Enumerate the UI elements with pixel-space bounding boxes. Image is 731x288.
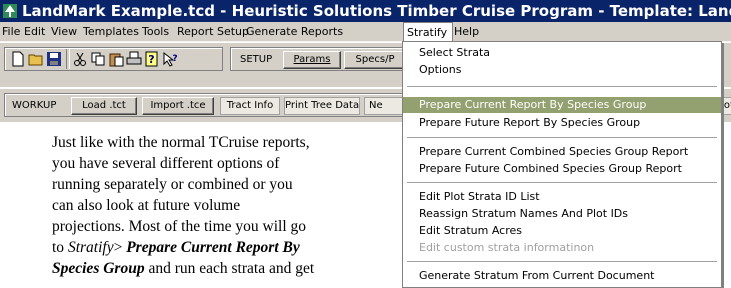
- menu-separator: [407, 182, 717, 184]
- tree-app-icon: [3, 4, 17, 18]
- menu-report-setup[interactable]: Report Setup: [176, 22, 250, 41]
- new-document-icon[interactable]: [10, 51, 26, 67]
- doc-line: can also look at future volume: [52, 197, 241, 214]
- print-icon[interactable]: [126, 51, 142, 67]
- setup-label: SETUP: [240, 54, 273, 65]
- menu-separator: [407, 261, 717, 263]
- menu-generate-reports[interactable]: Generate Reports: [245, 22, 344, 41]
- menu-item-prepare-future-combined[interactable]: Prepare Future Combined Species Group Re…: [403, 161, 721, 177]
- menu-item-edit-stratum-acres[interactable]: Edit Stratum Acres: [403, 223, 721, 239]
- menu-stratify[interactable]: Stratify: [403, 22, 453, 41]
- params-button-label: Params: [293, 54, 331, 65]
- menu-templates[interactable]: Templates: [82, 22, 140, 41]
- import-tce-button[interactable]: Import .tce: [142, 97, 214, 115]
- load-tct-button[interactable]: Load .tct: [71, 97, 137, 115]
- doc-line: Just like with the normal TCruise report…: [52, 134, 310, 151]
- menu-separator: [407, 137, 717, 139]
- toolbar-separator: [66, 49, 70, 69]
- doc-italic-stratify: Stratify: [67, 239, 114, 256]
- menu-bar: File Edit View Templates Tools Report Se…: [0, 22, 731, 42]
- menu-item-prepare-current-report[interactable]: Prepare Current Report By Species Group: [403, 97, 721, 113]
- doc-bold-italic: Prepare Current Report By: [126, 239, 300, 256]
- stratify-dropdown-menu: Select Strata Options Prepare Current Re…: [402, 41, 722, 288]
- menu-item-generate-stratum[interactable]: Generate Stratum From Current Document: [403, 268, 721, 284]
- doc-bold-italic: Species Group: [52, 260, 145, 277]
- paste-icon[interactable]: [108, 51, 124, 67]
- menu-file[interactable]: File: [1, 22, 21, 41]
- menu-item-prepare-current-combined[interactable]: Prepare Current Combined Species Group R…: [403, 144, 721, 160]
- copy-icon[interactable]: [90, 51, 106, 67]
- doc-line: projections. Most of the time you will g…: [52, 218, 307, 235]
- menu-separator: [407, 86, 717, 88]
- params-button[interactable]: Params: [283, 51, 341, 69]
- ne-button[interactable]: Ne: [364, 97, 406, 115]
- doc-text: to: [52, 239, 68, 256]
- doc-line: running separately or combined or you: [52, 176, 293, 193]
- window-title: LandMark Example.tcd - Heuristic Solutio…: [22, 2, 731, 20]
- help-icon[interactable]: ?: [144, 51, 160, 67]
- menu-item-select-strata[interactable]: Select Strata: [403, 45, 721, 61]
- doc-line: you have several different options of: [52, 155, 280, 172]
- menu-item-edit-plot-strata[interactable]: Edit Plot Strata ID List: [403, 189, 721, 205]
- print-tree-data-button[interactable]: Print Tree Data: [284, 97, 360, 115]
- cut-icon[interactable]: [72, 51, 88, 67]
- specs-button[interactable]: Specs/P: [344, 51, 406, 69]
- menu-item-edit-custom-strata: Edit custom strata informatinon: [419, 241, 595, 254]
- menu-item-options[interactable]: Options: [403, 62, 721, 78]
- open-folder-icon[interactable]: [28, 51, 44, 67]
- workup-label: WORKUP: [12, 100, 57, 111]
- doc-line: Species Group and run each strata and ge…: [52, 258, 382, 279]
- menu-item-prepare-future-report[interactable]: Prepare Future Report By Species Group: [403, 115, 721, 131]
- menu-tools[interactable]: Tools: [141, 22, 170, 41]
- save-icon[interactable]: [46, 51, 62, 67]
- menu-item-reassign-stratum[interactable]: Reassign Stratum Names And Plot IDs: [403, 206, 721, 222]
- svg-text:?: ?: [148, 53, 154, 66]
- context-help-icon[interactable]: ?: [162, 51, 178, 67]
- title-bar: LandMark Example.tcd - Heuristic Solutio…: [0, 0, 731, 22]
- doc-line: to Stratify> Prepare Current Report By: [52, 237, 382, 258]
- menu-view[interactable]: View: [50, 22, 78, 41]
- svg-text:?: ?: [172, 54, 177, 64]
- doc-text: and run each strata and get: [144, 260, 315, 277]
- menu-edit[interactable]: Edit: [23, 22, 46, 41]
- doc-text: >: [113, 239, 127, 256]
- document-paragraph: Just like with the normal TCruise report…: [52, 132, 382, 279]
- menu-help[interactable]: Help: [453, 22, 480, 41]
- tract-info-button[interactable]: Tract Info: [220, 97, 280, 115]
